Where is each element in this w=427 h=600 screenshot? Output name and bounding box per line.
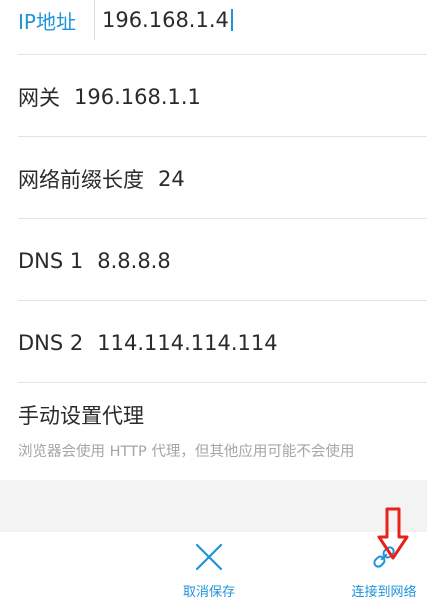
prefix-length-value[interactable]: 24 [158,167,185,191]
divider [18,382,427,383]
ip-address-value: 196.168.1.4 [101,8,229,32]
dns1-value[interactable]: 8.8.8.8 [97,249,170,273]
cancel-save-label: 取消保存 [182,585,235,600]
text-cursor [230,9,233,31]
ip-address-row[interactable]: IP地址 196.168.1.4 [0,0,427,40]
cancel-save-button[interactable]: 取消保存 [139,532,279,600]
divider [18,300,427,301]
manual-proxy-description: 浏览器会使用 HTTP 代理，但其他应用可能不会使用 [18,444,355,460]
divider [18,136,427,137]
static-ip-settings-screen: IP地址 196.168.1.4 网关 196.168.1.1 网络前缀长度 2… [0,0,427,600]
close-icon [192,540,226,574]
connect-network-label: 连接到网络 [351,585,417,600]
dns2-value[interactable]: 114.114.114.114 [97,331,277,355]
gateway-value[interactable]: 196.168.1.1 [74,85,201,109]
connect-network-button[interactable]: 连接到网络 [314,532,427,600]
manual-proxy-title: 手动设置代理 [18,404,144,428]
gateway-label: 网关 [18,86,60,110]
dns1-label: DNS 1 [18,249,84,273]
dns2-row[interactable]: DNS 2 114.114.114.114 [0,318,427,368]
ip-address-input[interactable]: 196.168.1.4 [93,0,233,40]
ip-address-label: IP地址 [18,9,76,34]
prefix-length-label: 网络前缀长度 [18,168,144,192]
divider [18,54,427,55]
dns2-label: DNS 2 [18,331,84,355]
bottom-action-bar: 取消保存 连接到网络 [0,532,427,600]
dns1-row[interactable]: DNS 1 8.8.8.8 [0,236,427,286]
prefix-length-row[interactable]: 网络前缀长度 24 [0,154,427,204]
manual-proxy-setting[interactable]: 手动设置代理 浏览器会使用 HTTP 代理，但其他应用可能不会使用 [18,400,427,462]
gateway-row[interactable]: 网关 196.168.1.1 [0,72,427,122]
section-separator [0,480,427,532]
divider [18,218,427,219]
annotation-arrow-icon [377,507,409,560]
